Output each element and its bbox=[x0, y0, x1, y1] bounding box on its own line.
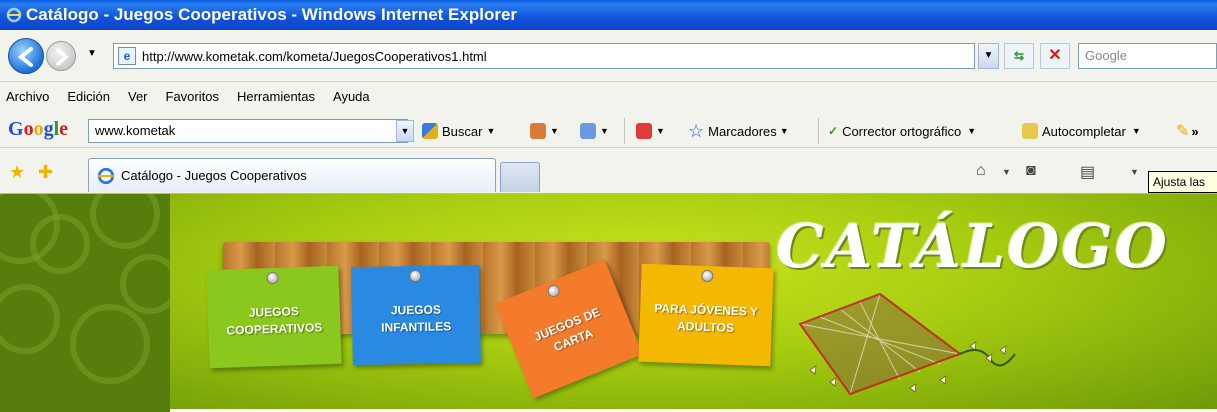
address-dropdown-icon[interactable]: ▼ bbox=[978, 43, 999, 69]
window-title-bar: Catálogo - Juegos Cooperativos - Windows… bbox=[0, 0, 1217, 30]
spellcheck-button[interactable]: ✓ Corrector ortográfico ▼ bbox=[828, 120, 976, 142]
menu-herramientas[interactable]: Herramientas bbox=[237, 89, 315, 104]
toolbar-separator bbox=[818, 118, 819, 144]
page-icon: e bbox=[118, 47, 136, 65]
pin-icon bbox=[545, 283, 562, 299]
address-url: http://www.kometak.com/kometa/JuegosCoop… bbox=[142, 48, 487, 64]
menu-ayuda[interactable]: Ayuda bbox=[333, 89, 370, 104]
favorites-center-icon[interactable]: ★ bbox=[9, 162, 25, 183]
history-dropdown-icon[interactable]: ▼ bbox=[87, 48, 97, 59]
google-search-dropdown-icon[interactable]: ▼ bbox=[396, 120, 414, 142]
star-outline-icon: ☆ bbox=[688, 120, 705, 141]
print-icon[interactable]: ▤ bbox=[1080, 162, 1095, 182]
address-toolbar: ▼ e http://www.kometak.com/kometa/Juegos… bbox=[0, 30, 1217, 82]
menu-bar: Archivo Edición Ver Favoritos Herramient… bbox=[0, 82, 1217, 110]
pin-icon bbox=[409, 269, 422, 283]
tab-bar: ★ ✚ Catálogo - Juegos Cooperativos ⌂ ▼ ◙… bbox=[0, 148, 1217, 194]
left-decor-panel bbox=[0, 194, 170, 412]
back-arrow-icon bbox=[17, 47, 33, 67]
home-dropdown-icon[interactable]: ▼ bbox=[1002, 167, 1011, 177]
corrector-label: Corrector ortográfico bbox=[842, 123, 962, 139]
wrench-icon: ✎ bbox=[1176, 123, 1190, 140]
overflow-chevron-icon: » bbox=[1191, 123, 1199, 139]
window-title: Catálogo - Juegos Cooperativos - Windows… bbox=[26, 5, 518, 24]
spellcheck-icon: ✓ bbox=[828, 124, 839, 138]
autocompletar-label: Autocompletar bbox=[1042, 123, 1126, 139]
add-button[interactable]: ▼ bbox=[580, 120, 609, 142]
web-content: JUEGOS COOPERATIVOS JUEGOS INFANTILES JU… bbox=[0, 194, 1217, 412]
google-search-input[interactable]: www.kometak bbox=[88, 119, 408, 143]
popup-blocker-icon bbox=[636, 123, 652, 139]
forward-button[interactable] bbox=[46, 41, 76, 71]
back-button[interactable] bbox=[8, 38, 44, 74]
pin-icon bbox=[701, 269, 714, 283]
add-favorites-icon[interactable]: ✚ bbox=[38, 162, 53, 183]
ie-page-icon bbox=[97, 167, 115, 184]
card-label: JUEGOS DE CARTA bbox=[532, 304, 603, 355]
kite-illustration bbox=[798, 292, 1016, 396]
settings-button[interactable]: ✎ » bbox=[1176, 120, 1199, 142]
buscar-label: Buscar bbox=[442, 123, 483, 139]
tooltip: Ajusta las bbox=[1148, 171, 1217, 193]
buscar-button[interactable]: Buscar ▼ bbox=[422, 120, 495, 142]
google-toolbar: Google www.kometak ▼ Buscar ▼ ▼ ▼ ▼ ☆ Ma… bbox=[0, 110, 1217, 148]
menu-ver[interactable]: Ver bbox=[128, 89, 148, 104]
news-icon bbox=[530, 123, 546, 139]
card-jovenes-adultos[interactable]: PARA JÓVENES Y ADULTOS bbox=[638, 263, 774, 367]
popup-blocker-button[interactable]: ▼ bbox=[636, 120, 665, 142]
address-input[interactable]: e http://www.kometak.com/kometa/JuegosCo… bbox=[113, 43, 975, 69]
card-juegos-cooperativos[interactable]: JUEGOS COOPERATIVOS bbox=[206, 265, 342, 369]
card-juegos-infantiles[interactable]: JUEGOS INFANTILES bbox=[351, 264, 481, 366]
plus-icon bbox=[580, 123, 596, 139]
menu-edicion[interactable]: Edición bbox=[67, 89, 110, 104]
card-label: PARA JÓVENES Y ADULTOS bbox=[654, 301, 759, 335]
menu-favoritos[interactable]: Favoritos bbox=[166, 89, 219, 104]
feeds-icon[interactable]: ◙ bbox=[1026, 162, 1036, 180]
home-icon[interactable]: ⌂ bbox=[976, 162, 986, 180]
autofill-icon bbox=[1022, 123, 1038, 139]
stop-button[interactable]: ✕ bbox=[1040, 43, 1070, 69]
forward-arrow-icon bbox=[56, 48, 69, 66]
ie-logo-icon bbox=[6, 7, 22, 23]
refresh-button[interactable]: ⇆ bbox=[1004, 43, 1034, 69]
tab-active[interactable]: Catálogo - Juegos Cooperativos bbox=[88, 158, 496, 192]
print-dropdown-icon[interactable]: ▼ bbox=[1130, 167, 1139, 177]
toolbar-separator bbox=[624, 118, 625, 144]
news-button[interactable]: ▼ bbox=[530, 120, 559, 142]
google-logo: Google bbox=[8, 118, 69, 140]
card-label: JUEGOS COOPERATIVOS bbox=[226, 304, 323, 338]
pin-icon bbox=[266, 271, 279, 285]
card-label: JUEGOS INFANTILES bbox=[381, 302, 452, 335]
marcadores-button[interactable]: ☆ Marcadores ▼ bbox=[688, 120, 789, 142]
new-tab-button[interactable] bbox=[500, 162, 540, 192]
search-input[interactable]: Google bbox=[1078, 43, 1217, 69]
autocompletar-button[interactable]: Autocompletar ▼ bbox=[1022, 120, 1141, 142]
menu-archivo[interactable]: Archivo bbox=[6, 89, 49, 104]
google-search-icon bbox=[422, 123, 438, 139]
tab-title: Catálogo - Juegos Cooperativos bbox=[121, 168, 307, 183]
marcadores-label: Marcadores bbox=[708, 123, 777, 139]
catalog-title: CATÁLOGO bbox=[776, 212, 1169, 282]
